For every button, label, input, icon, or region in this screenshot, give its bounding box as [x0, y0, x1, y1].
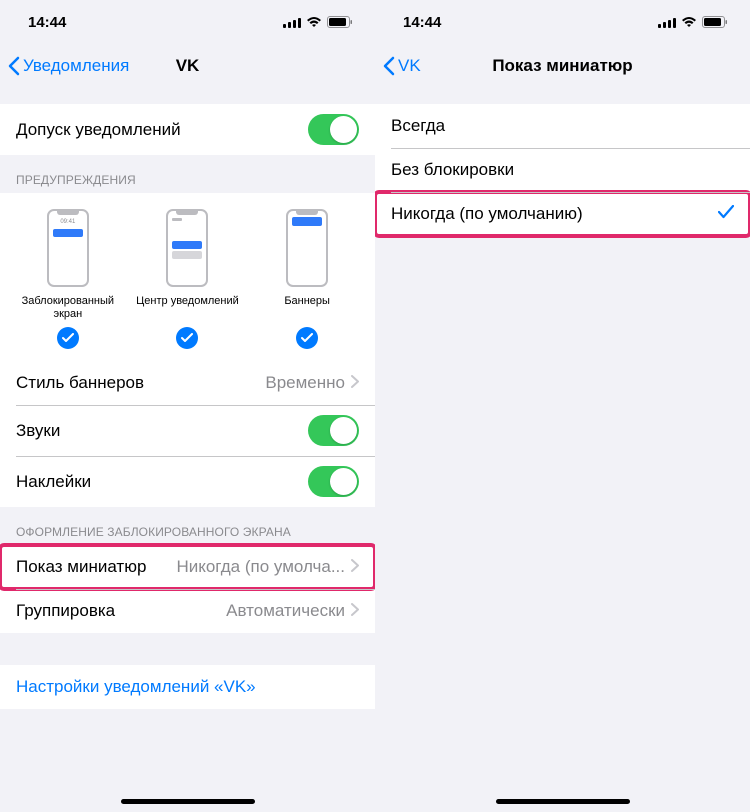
status-bar: 14:44 [0, 0, 375, 44]
chevron-right-icon [351, 557, 359, 577]
back-button[interactable]: Уведомления [8, 56, 129, 76]
preview-options-group: Всегда Без блокировки Никогда (по умолча… [375, 104, 750, 236]
battery-icon [702, 16, 728, 28]
back-label: VK [398, 56, 421, 76]
stickers-row[interactable]: Наклейки [0, 456, 375, 507]
home-indicator[interactable] [121, 799, 255, 804]
alert-banner-label: Баннеры [284, 295, 330, 321]
checkmark-icon [718, 204, 734, 224]
status-time: 14:44 [28, 14, 66, 31]
option-never[interactable]: Никогда (по умолчанию) [375, 192, 750, 236]
chevron-right-icon [351, 373, 359, 393]
allow-group: Допуск уведомлений [0, 104, 375, 155]
alert-center-label: Центр уведомлений [136, 295, 239, 321]
allow-label: Допуск уведомлений [16, 120, 181, 140]
sounds-label: Звуки [16, 421, 60, 441]
show-previews-row[interactable]: Показ миниатюр Никогда (по умолча... [0, 545, 375, 589]
previews-value: Никогда (по умолча... [154, 557, 345, 577]
wifi-icon [306, 16, 322, 28]
nav-bar: VK Показ миниатюр [375, 44, 750, 88]
option-when-unlocked[interactable]: Без блокировки [375, 148, 750, 192]
alerts-group: 09:41 Заблокированный экран Центр уведом… [0, 193, 375, 507]
banner-preview-icon [286, 209, 328, 287]
back-button[interactable]: VK [383, 56, 421, 76]
home-indicator[interactable] [496, 799, 630, 804]
option-always-label: Всегда [391, 116, 445, 136]
alert-notification-center[interactable]: Центр уведомлений [128, 209, 246, 349]
app-notification-settings-row[interactable]: Настройки уведомлений «VK» [0, 665, 375, 709]
allow-notifications-row[interactable]: Допуск уведомлений [0, 104, 375, 155]
banner-style-row[interactable]: Стиль баннеров Временно [0, 361, 375, 405]
alerts-header: ПРЕДУПРЕЖДЕНИЯ [0, 155, 375, 193]
screen-vk-notifications: 14:44 Уведомления VK Допуск уведомлений … [0, 0, 375, 812]
status-right [658, 16, 728, 28]
stickers-label: Наклейки [16, 472, 91, 492]
alert-lockscreen[interactable]: 09:41 Заблокированный экран [9, 209, 127, 349]
alert-lock-check[interactable] [57, 327, 79, 349]
status-time: 14:44 [403, 14, 441, 31]
center-preview-icon [166, 209, 208, 287]
status-right [283, 16, 353, 28]
option-always[interactable]: Всегда [375, 104, 750, 148]
option-unlocked-label: Без блокировки [391, 160, 514, 180]
banner-style-value: Временно [152, 373, 345, 393]
chevron-left-icon [383, 56, 395, 76]
lockscreen-header: ОФОРМЛЕНИЕ ЗАБЛОКИРОВАННОГО ЭКРАНА [0, 507, 375, 545]
alert-banner-check[interactable] [296, 327, 318, 349]
cellular-icon [283, 17, 301, 28]
back-label: Уведомления [23, 56, 129, 76]
banner-style-label: Стиль баннеров [16, 373, 144, 393]
sounds-row[interactable]: Звуки [0, 405, 375, 456]
status-bar: 14:44 [375, 0, 750, 44]
nav-title: Показ миниатюр [375, 56, 750, 76]
screen-show-previews: 14:44 VK Показ миниатюр Всегда Без блоки… [375, 0, 750, 812]
lockscreen-group: Показ миниатюр Никогда (по умолча... Гру… [0, 545, 375, 633]
stickers-toggle[interactable] [308, 466, 359, 497]
nav-bar: Уведомления VK [0, 44, 375, 88]
grouping-row[interactable]: Группировка Автоматически [0, 589, 375, 633]
chevron-right-icon [351, 601, 359, 621]
alert-styles: 09:41 Заблокированный экран Центр уведом… [0, 193, 375, 361]
chevron-left-icon [8, 56, 20, 76]
sounds-toggle[interactable] [308, 415, 359, 446]
previews-label: Показ миниатюр [16, 557, 146, 577]
alert-lock-label: Заблокированный экран [9, 295, 127, 321]
grouping-value: Автоматически [123, 601, 345, 621]
app-settings-group: Настройки уведомлений «VK» [0, 665, 375, 709]
wifi-icon [681, 16, 697, 28]
battery-icon [327, 16, 353, 28]
lockscreen-preview-icon: 09:41 [47, 209, 89, 287]
alert-banners[interactable]: Баннеры [248, 209, 366, 349]
grouping-label: Группировка [16, 601, 115, 621]
option-never-label: Никогда (по умолчанию) [391, 204, 583, 224]
app-settings-label: Настройки уведомлений «VK» [16, 677, 256, 697]
allow-toggle[interactable] [308, 114, 359, 145]
cellular-icon [658, 17, 676, 28]
alert-center-check[interactable] [176, 327, 198, 349]
